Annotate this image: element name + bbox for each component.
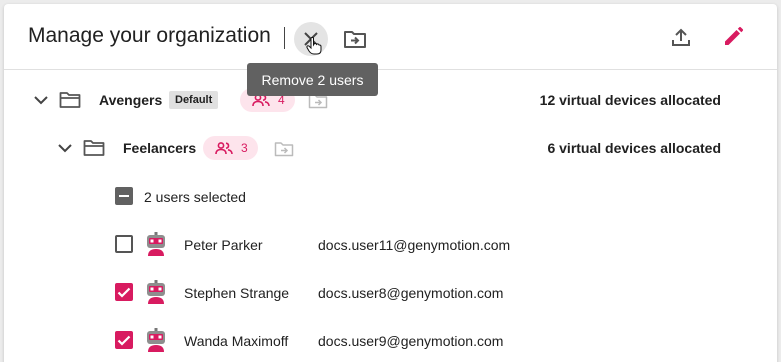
group-name: Avengers — [99, 92, 163, 108]
user-checkbox[interactable] — [115, 235, 133, 253]
robot-avatar-icon — [147, 328, 165, 352]
allocation-summary: 6 virtual devices allocated — [547, 140, 721, 156]
header-divider — [284, 27, 285, 49]
remove-users-tooltip: Remove 2 users — [247, 63, 378, 96]
group-name: Feelancers — [123, 140, 197, 156]
edit-button[interactable] — [716, 20, 750, 54]
user-row[interactable]: Wanda Maximoff docs.user9@genymotion.com — [4, 318, 777, 362]
robot-avatar-icon — [147, 280, 165, 304]
users-count-chip[interactable]: 3 — [203, 136, 258, 160]
folder-icon — [58, 89, 82, 111]
users-icon — [215, 141, 233, 154]
folder-icon — [82, 137, 106, 159]
users-count: 3 — [241, 141, 248, 155]
move-to-folder-icon — [344, 31, 366, 48]
selection-count-label: 2 users selected — [144, 189, 246, 205]
default-badge: Default — [169, 91, 219, 109]
move-to-folder-icon[interactable] — [272, 139, 296, 159]
user-email: docs.user11@genymotion.com — [318, 237, 511, 253]
user-email: docs.user9@genymotion.com — [318, 333, 504, 349]
edit-pencil-icon — [725, 26, 744, 45]
user-checkbox[interactable] — [115, 283, 133, 301]
user-row[interactable]: Peter Parker docs.user11@genymotion.com — [4, 222, 777, 266]
page-title: Manage your organization — [28, 24, 271, 47]
chevron-down-icon[interactable] — [56, 139, 74, 157]
organization-panel: Manage your organization Remove 2 users … — [4, 4, 777, 362]
user-checkbox[interactable] — [115, 331, 133, 349]
group-row-avengers[interactable]: Avengers Default 4 12 virtual devices al… — [4, 78, 777, 122]
user-name: Stephen Strange — [184, 285, 290, 301]
user-email: docs.user8@genymotion.com — [318, 285, 504, 301]
selection-summary-row: 2 users selected — [4, 174, 777, 218]
panel-header: Manage your organization — [4, 4, 777, 70]
allocation-summary: 12 virtual devices allocated — [539, 92, 721, 108]
upload-button[interactable] — [664, 20, 698, 54]
move-to-folder-button[interactable] — [338, 22, 372, 56]
user-row[interactable]: Stephen Strange docs.user8@genymotion.co… — [4, 270, 777, 314]
upload-icon — [672, 28, 690, 46]
chevron-down-icon[interactable] — [32, 91, 50, 109]
user-name: Wanda Maximoff — [184, 333, 289, 349]
hand-cursor-icon — [306, 37, 322, 55]
user-name: Peter Parker — [184, 237, 263, 253]
select-all-checkbox[interactable] — [115, 187, 133, 205]
group-row-feelancers[interactable]: Feelancers 3 6 virtual devices allocated — [4, 126, 777, 170]
robot-avatar-icon — [147, 232, 165, 256]
